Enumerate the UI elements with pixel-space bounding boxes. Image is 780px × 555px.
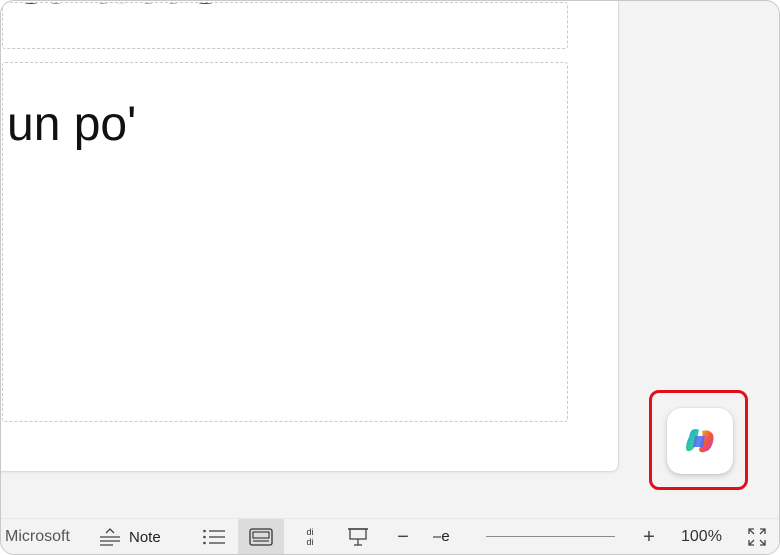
normal-view-icon bbox=[249, 528, 273, 546]
brand-label: Microsoft bbox=[5, 528, 70, 545]
title-placeholder[interactable]: a titto bbox=[2, 2, 568, 49]
fit-to-window-icon bbox=[748, 528, 766, 546]
notes-button[interactable]: Note bbox=[99, 519, 161, 554]
normal-view-button[interactable] bbox=[238, 519, 284, 554]
zoom-out-button[interactable]: − bbox=[393, 519, 413, 554]
fit-to-window-button[interactable] bbox=[746, 519, 768, 554]
slide-canvas[interactable]: a titto un po' bbox=[1, 1, 619, 472]
copilot-button[interactable] bbox=[667, 408, 733, 474]
slide-sorter-button[interactable]: di di bbox=[301, 519, 319, 554]
zoom-slider[interactable]: –e bbox=[433, 519, 617, 554]
outline-view-button[interactable] bbox=[201, 519, 227, 554]
slide-body-text: un po' bbox=[7, 98, 137, 151]
outline-view-icon bbox=[203, 529, 225, 545]
notes-label: Note bbox=[129, 528, 161, 546]
notes-icon bbox=[100, 528, 120, 546]
app-window: a titto un po' bbox=[0, 0, 780, 555]
slide-title-text: a titto bbox=[13, 3, 230, 24]
content-placeholder[interactable]: un po' bbox=[2, 62, 568, 422]
slideshow-button[interactable] bbox=[345, 519, 371, 554]
copilot-icon bbox=[686, 429, 714, 453]
sorter-glyph-top: di bbox=[306, 527, 314, 537]
presentation-icon bbox=[348, 528, 368, 546]
sorter-glyph-bottom: di bbox=[306, 537, 314, 547]
zoom-slider-thumb[interactable]: –e bbox=[433, 528, 486, 545]
zoom-in-button[interactable]: + bbox=[639, 519, 659, 554]
zoom-level[interactable]: 100% bbox=[681, 519, 722, 554]
status-bar: Microsoft Note di di − –e + 100% bbox=[1, 518, 779, 554]
